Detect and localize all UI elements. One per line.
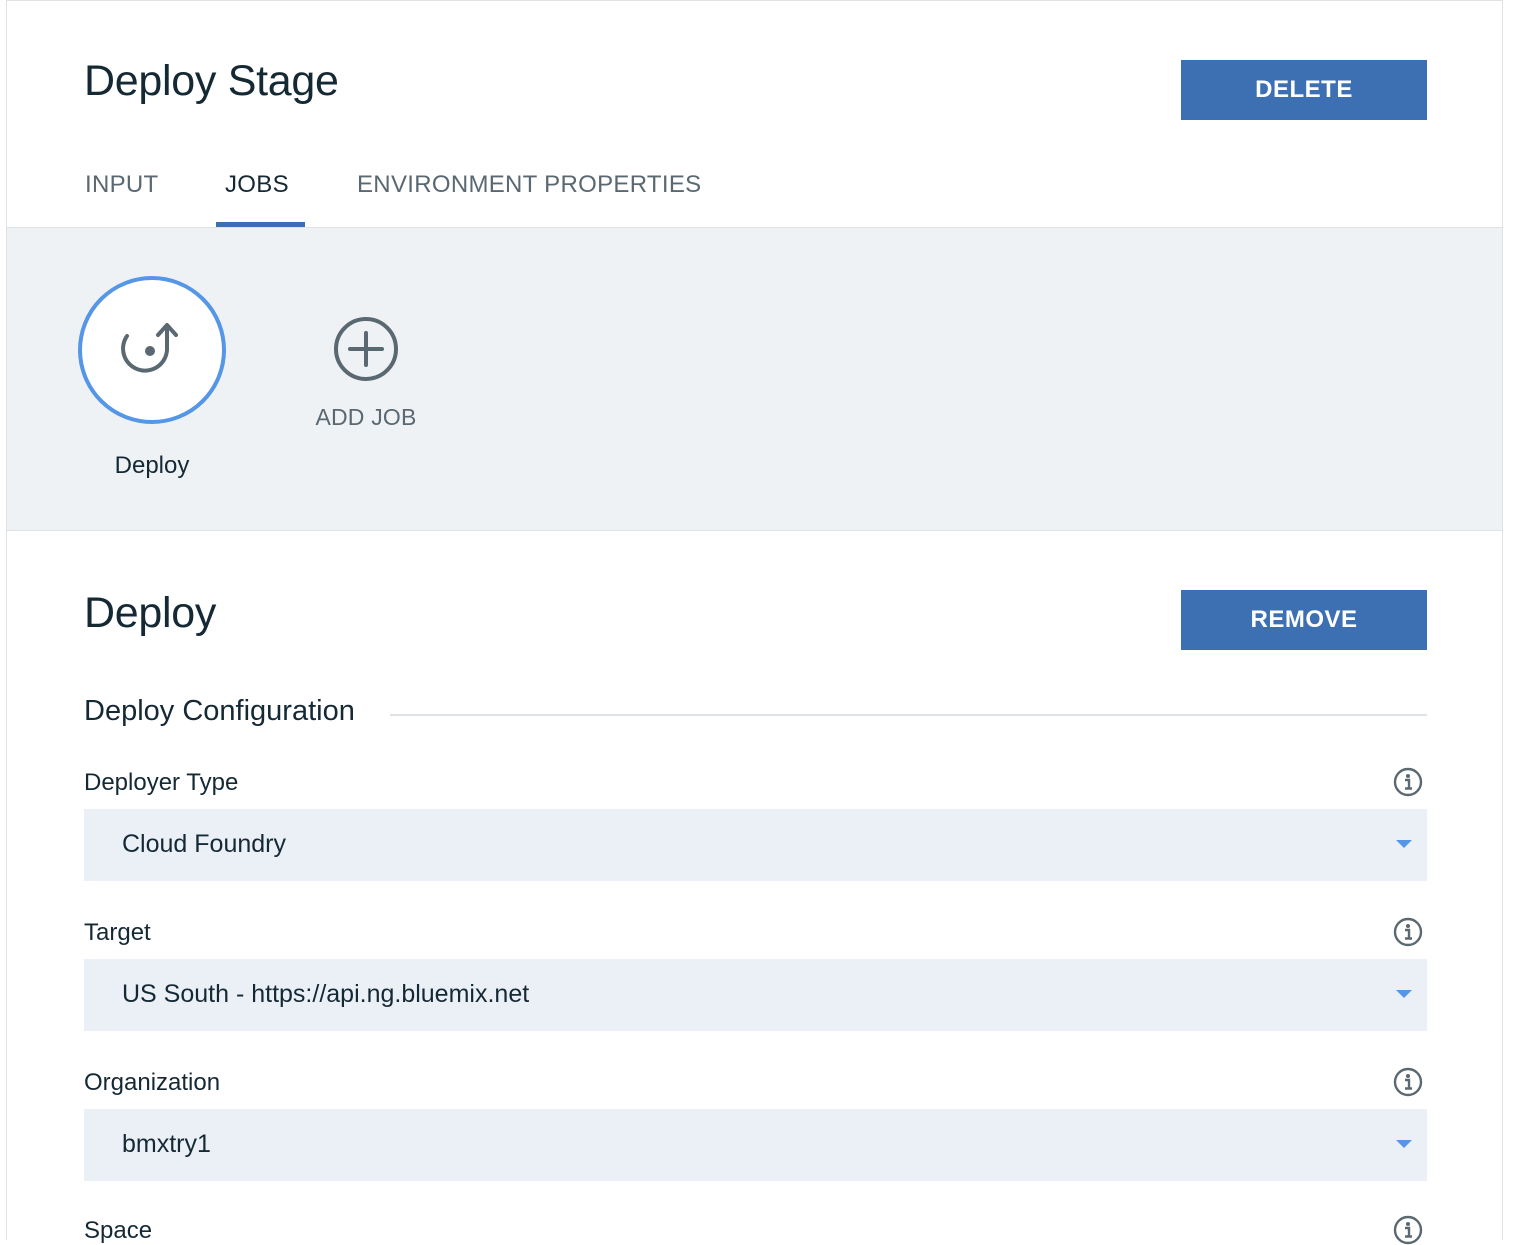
- deploy-icon: [121, 323, 178, 373]
- job-item-deploy[interactable]: [78, 276, 226, 424]
- tab-input[interactable]: INPUT: [85, 171, 159, 199]
- deploy-stage-panel: Deploy Stage DELETE INPUT JOBS ENVIRONME…: [6, 0, 1503, 1245]
- add-job-label: ADD JOB: [315, 404, 417, 430]
- deploy-configuration-heading: Deploy Configuration: [84, 695, 355, 727]
- target-value: US South - https://api.ng.bluemix.net: [122, 980, 530, 1008]
- job-detail-title: Deploy: [84, 589, 217, 637]
- organization-select[interactable]: bmxtry1: [84, 1109, 1427, 1181]
- tab-environment-properties[interactable]: ENVIRONMENT PROPERTIES: [357, 171, 701, 199]
- info-icon[interactable]: [1393, 1215, 1423, 1245]
- info-icon[interactable]: [1393, 767, 1423, 797]
- tab-bar: INPUT JOBS ENVIRONMENT PROPERTIES: [7, 151, 1502, 228]
- tab-jobs[interactable]: JOBS: [225, 171, 289, 199]
- delete-button[interactable]: DELETE: [1181, 60, 1427, 120]
- organization-label: Organization: [84, 1069, 221, 1096]
- jobs-list: Deploy ADD JOB: [7, 228, 1502, 531]
- page-title: Deploy Stage: [84, 57, 339, 105]
- active-tab-indicator: [216, 222, 305, 227]
- caret-down-icon: [1396, 840, 1412, 848]
- target-select[interactable]: US South - https://api.ng.bluemix.net: [84, 959, 1427, 1031]
- job-item-label: Deploy: [114, 452, 190, 479]
- caret-down-icon: [1396, 1140, 1412, 1148]
- deployer-type-value: Cloud Foundry: [122, 830, 286, 858]
- caret-down-icon: [1396, 990, 1412, 998]
- deployer-type-label: Deployer Type: [84, 769, 239, 796]
- remove-button[interactable]: REMOVE: [1181, 590, 1427, 650]
- add-circle-icon: [334, 317, 398, 381]
- space-label: Space: [84, 1217, 153, 1244]
- deployer-type-select[interactable]: Cloud Foundry: [84, 809, 1427, 881]
- info-icon[interactable]: [1393, 917, 1423, 947]
- section-divider: [390, 714, 1427, 716]
- target-label: Target: [84, 919, 151, 946]
- info-icon[interactable]: [1393, 1067, 1423, 1097]
- add-job-button[interactable]: ADD JOB: [310, 316, 422, 436]
- organization-value: bmxtry1: [122, 1130, 211, 1158]
